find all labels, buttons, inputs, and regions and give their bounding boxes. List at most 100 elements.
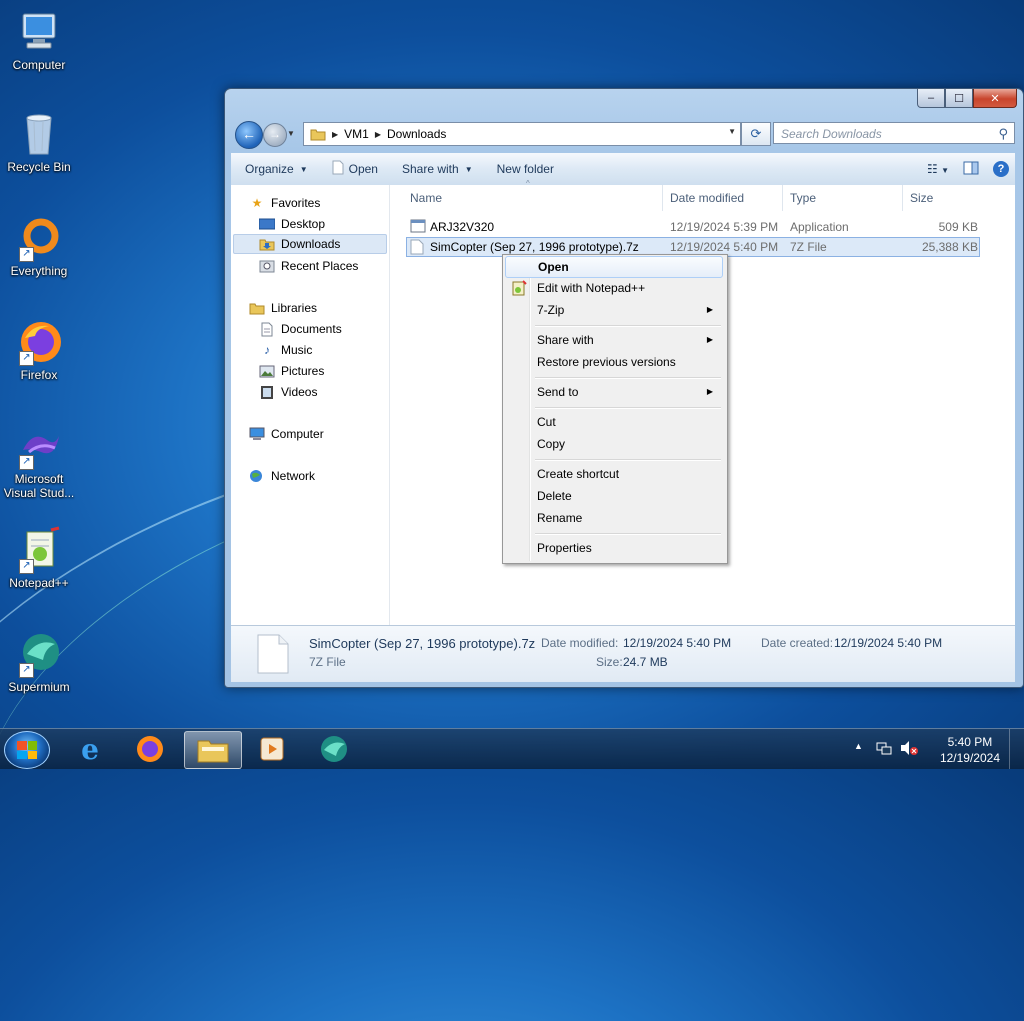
show-desktop-button[interactable]	[1009, 729, 1024, 769]
column-header-date-modified[interactable]: Date modified	[670, 185, 744, 211]
file-icon	[410, 239, 424, 258]
share-with-button[interactable]: Share with ▼	[390, 153, 485, 185]
open-button[interactable]: Open	[320, 153, 390, 185]
address-dropdown-icon[interactable]: ▼	[728, 127, 736, 136]
menu-separator	[535, 459, 721, 461]
taskbar-media-player[interactable]	[244, 731, 300, 767]
menu-item-edit-notepadpp[interactable]: Edit with Notepad++	[505, 277, 723, 299]
column-separator[interactable]	[782, 185, 783, 211]
network-icon	[249, 469, 265, 483]
breadcrumb-downloads[interactable]: Downloads	[387, 127, 446, 141]
file-row[interactable]: ARJ32V320 12/19/2024 5:39 PM Application…	[406, 217, 980, 237]
file-date: 12/19/2024 5:40 PM	[670, 240, 779, 254]
taskbar-supermium[interactable]	[306, 731, 362, 767]
menu-item-cut[interactable]: Cut	[505, 411, 723, 433]
nav-desktop[interactable]: Desktop	[259, 214, 325, 234]
menu-item-7zip[interactable]: 7-Zip ▶	[505, 299, 723, 321]
notepadpp-icon: ↗	[15, 526, 63, 574]
nav-recent-places[interactable]: Recent Places	[259, 256, 358, 276]
computer-icon	[15, 8, 63, 56]
folder-icon	[310, 127, 326, 141]
preview-pane-icon[interactable]	[963, 161, 979, 178]
clock[interactable]: 5:40 PM 12/19/2024	[940, 734, 1000, 766]
recent-pages-dropdown-icon[interactable]: ▼	[287, 129, 295, 138]
column-header-size[interactable]: Size	[910, 185, 933, 211]
back-button[interactable]: ←	[235, 121, 263, 149]
forward-button[interactable]: →	[263, 123, 287, 147]
share-with-label: Share with	[401, 162, 459, 176]
column-separator[interactable]	[902, 185, 903, 211]
start-button[interactable]	[4, 731, 50, 769]
everything-icon: ↗	[15, 214, 63, 262]
nav-pictures[interactable]: Pictures	[259, 361, 324, 381]
nav-libraries[interactable]: Libraries	[249, 298, 317, 318]
breadcrumb-vm1[interactable]: VM1	[344, 127, 369, 141]
menu-item-properties[interactable]: Properties	[505, 537, 723, 559]
nav-downloads[interactable]: Downloads	[233, 234, 387, 254]
details-pane: SimCopter (Sep 27, 1996 prototype).7z 7Z…	[231, 625, 1015, 682]
menu-item-restore-previous-versions[interactable]: Restore previous versions	[505, 351, 723, 373]
address-bar[interactable]: ▶ VM1 ▶ Downloads ▼	[303, 122, 741, 146]
desktop-icon-firefox[interactable]: ↗ Firefox	[0, 318, 78, 382]
menu-item-copy[interactable]: Copy	[505, 433, 723, 455]
desktop-icon-notepadpp[interactable]: ↗ Notepad++	[0, 526, 78, 590]
desktop-icon-supermium[interactable]: ↗ Supermium	[0, 630, 78, 694]
nav-computer[interactable]: Computer	[249, 424, 324, 444]
file-date: 12/19/2024 5:39 PM	[670, 220, 779, 234]
breadcrumb-separator-icon[interactable]: ▶	[332, 130, 338, 139]
desktop-icon-recycle-bin[interactable]: Recycle Bin	[0, 110, 78, 174]
menu-item-delete[interactable]: Delete	[505, 485, 723, 507]
minimize-button[interactable]: ‒	[917, 89, 945, 108]
videos-icon	[259, 385, 275, 399]
taskbar-internet-explorer[interactable]: e	[62, 731, 118, 767]
computer-icon	[249, 427, 265, 441]
column-separator[interactable]	[662, 185, 663, 211]
navigation-pane: ★ Favorites Desktop Downloads Recent Pla…	[231, 185, 390, 625]
menu-item-send-to[interactable]: Send to ▶	[505, 381, 723, 403]
nav-music[interactable]: ♪ Music	[259, 340, 312, 360]
search-placeholder: Search Downloads	[781, 127, 882, 141]
refresh-button[interactable]: ⟳	[741, 122, 771, 146]
taskbar-file-explorer[interactable]	[184, 731, 242, 769]
new-folder-label: New folder	[496, 162, 554, 176]
volume-muted-icon[interactable]	[900, 740, 918, 759]
change-view-icon[interactable]: ☷ ▼	[927, 162, 949, 176]
caption-buttons: ‒ ☐ ✕	[917, 89, 1017, 108]
column-header-name[interactable]: Name	[410, 185, 442, 211]
taskbar: e ▲ 5:40 PM 12/19/2024	[0, 728, 1024, 769]
nav-videos[interactable]: Videos	[259, 382, 317, 402]
network-status-icon[interactable]	[876, 740, 892, 759]
menu-item-share-with[interactable]: Share with ▶	[505, 329, 723, 351]
nav-documents[interactable]: Documents	[259, 319, 342, 339]
close-button[interactable]: ✕	[973, 89, 1017, 108]
size-value: 24.7 MB	[623, 655, 668, 669]
search-input[interactable]: Search Downloads ⚲	[773, 122, 1015, 144]
star-icon: ★	[251, 196, 263, 210]
show-hidden-icons-icon[interactable]: ▲	[854, 741, 863, 751]
desktop-icon-label: Microsoft Visual Stud...	[3, 472, 75, 500]
organize-button[interactable]: Organize ▼	[231, 153, 320, 185]
nav-favorites[interactable]: ★ Favorites	[249, 193, 321, 213]
internet-explorer-icon: e	[81, 732, 99, 766]
maximize-button[interactable]: ☐	[945, 89, 973, 108]
desktop-icon-label: Notepad++	[9, 576, 69, 590]
nav-label: Favorites	[271, 196, 321, 210]
search-icon: ⚲	[998, 126, 1008, 141]
nav-network[interactable]: Network	[249, 466, 315, 486]
documents-icon	[259, 322, 275, 336]
column-header-type[interactable]: Type	[790, 185, 816, 211]
desktop-icon-label: Everything	[10, 264, 68, 278]
desktop-icon-everything[interactable]: ↗ Everything	[0, 214, 78, 278]
desktop-icon-computer[interactable]: Computer	[0, 8, 78, 72]
menu-separator	[535, 325, 721, 327]
menu-item-create-shortcut[interactable]: Create shortcut	[505, 463, 723, 485]
desktop-icon-visual-studio[interactable]: ↗ Microsoft Visual Stud...	[0, 422, 78, 500]
taskbar-firefox[interactable]	[122, 731, 178, 767]
nav-label: Documents	[281, 322, 342, 336]
menu-item-open[interactable]: Open	[505, 256, 723, 278]
date-modified-label: Date modified:	[541, 636, 619, 650]
menu-item-rename[interactable]: Rename	[505, 507, 723, 529]
breadcrumb-separator-icon[interactable]: ▶	[375, 130, 381, 139]
help-icon[interactable]: ?	[993, 161, 1009, 177]
nav-label: Network	[271, 469, 316, 483]
